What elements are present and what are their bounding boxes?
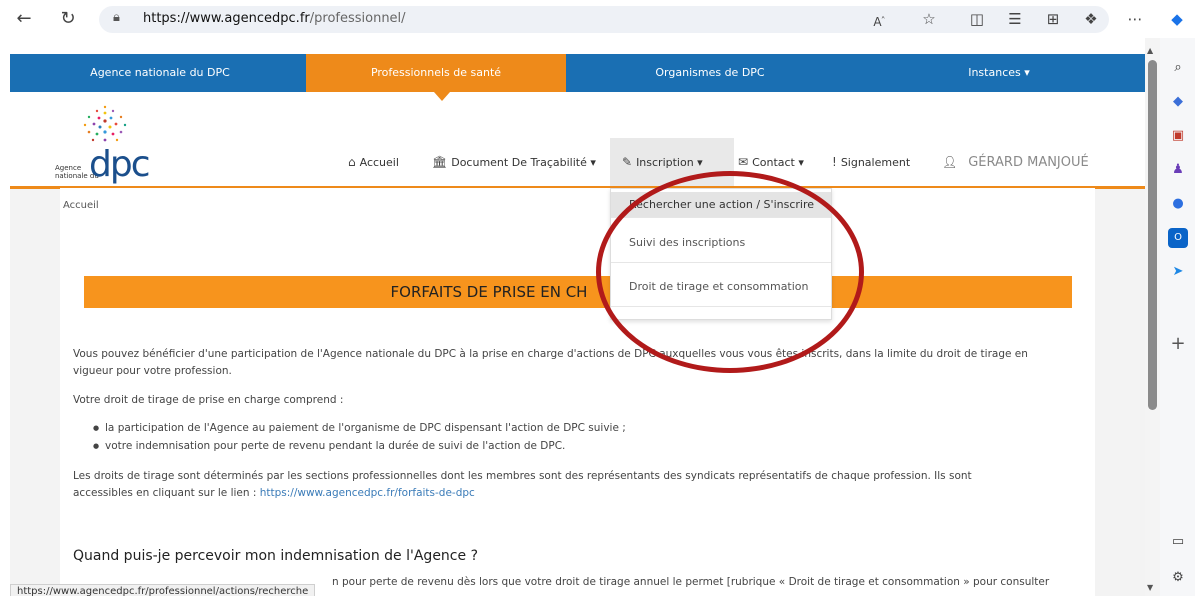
highlight-annotation	[596, 171, 864, 373]
browser-sidebar: ⌕ ◆ ▣ ♟ ● O ➤ + ▭ ⚙	[1160, 38, 1195, 596]
sidebar-panel-icon[interactable]: ▭	[1168, 532, 1188, 552]
forfaits-link[interactable]: https://www.agencedpc.fr/forfaits-de-dpc	[260, 487, 475, 499]
microsoft-365-icon[interactable]: ●	[1168, 194, 1188, 214]
page-title-banner: FORFAITS DE PRISE EN CH	[84, 276, 1072, 308]
nav-user[interactable]: 👤︎ GÉRARD MANJOUÉ	[942, 150, 1089, 174]
outlook-icon[interactable]: O	[1168, 228, 1188, 248]
add-icon[interactable]: +	[1168, 334, 1188, 354]
copilot-icon[interactable]: ◆	[1166, 9, 1188, 29]
url-text: https://www.agencedpc.fr/professionnel/	[143, 11, 406, 26]
sections-paragraph: Les droits de tirage sont déterminés par…	[73, 470, 972, 499]
extensions-icon[interactable]: ❖	[1080, 9, 1102, 29]
main-content: Accueil FORFAITS DE PRISE EN CH Vous pou…	[60, 188, 1095, 596]
topnav-agence[interactable]: Agence nationale du DPC	[10, 54, 310, 92]
top-navigation: Agence nationale du DPC Professionnels d…	[10, 54, 1145, 92]
favorite-star-icon[interactable]: ☆	[918, 9, 940, 29]
status-bar-url: https://www.agencedpc.fr/professionnel/a…	[10, 584, 316, 596]
search-icon[interactable]: ⌕	[1168, 58, 1188, 78]
section-heading: Quand puis-je percevoir mon indemnisatio…	[73, 548, 478, 564]
web-page: Agence nationale du DPC Professionnels d…	[10, 38, 1145, 596]
tools-briefcase-icon[interactable]: ▣	[1168, 126, 1188, 146]
refresh-icon[interactable]: ↻	[56, 7, 80, 31]
shopping-tag-icon[interactable]: ◆	[1168, 92, 1188, 112]
settings-gear-icon[interactable]: ⚙	[1168, 568, 1188, 588]
back-icon[interactable]: ←	[12, 7, 36, 31]
alert-icon: !	[832, 155, 837, 169]
envelope-icon: ✉	[738, 155, 749, 169]
nav-inscription[interactable]: ✎ Inscription ▾	[622, 150, 703, 174]
read-aloud-icon[interactable]: Aᴬ	[868, 9, 890, 29]
nav-document-tracabilite[interactable]: 🏛︎ Document De Traçabilité ▾	[432, 150, 596, 174]
user-icon: 👤︎	[942, 155, 958, 169]
scroll-down-icon[interactable]: ▼	[1147, 583, 1153, 592]
browser-toolbar: ← ↻ 🔒︎ https://www.agencedpc.fr/professi…	[0, 0, 1195, 38]
page-title: FORFAITS DE PRISE EN CH	[390, 283, 588, 301]
edit-icon: ✎	[622, 155, 633, 169]
topnav-professionnels[interactable]: Professionnels de santé	[306, 54, 566, 92]
institution-icon: 🏛︎	[432, 155, 448, 169]
logo-brand: dpc	[89, 144, 150, 185]
topnav-instances[interactable]: Instances ▾	[854, 54, 1144, 92]
collections-icon[interactable]: ⊞	[1042, 9, 1064, 29]
send-icon[interactable]: ➤	[1168, 262, 1188, 282]
split-screen-icon[interactable]: ◫	[966, 9, 988, 29]
home-icon: ⌂	[348, 155, 356, 169]
lock-icon: 🔒︎	[113, 10, 120, 25]
agence-dpc-logo[interactable]: Agence nationale du dpc	[55, 104, 155, 186]
games-icon[interactable]: ♟	[1168, 160, 1188, 180]
scroll-thumb[interactable]	[1148, 60, 1157, 410]
favorites-list-icon[interactable]: ☰	[1004, 9, 1026, 29]
breadcrumb[interactable]: Accueil	[63, 200, 99, 211]
bottom-paragraph: n pour perte de revenu dès lors que votr…	[332, 576, 1050, 588]
intro-paragraph: Vous pouvez bénéficier d'une participati…	[73, 348, 1028, 377]
scroll-up-icon[interactable]: ▲	[1147, 46, 1153, 55]
list-item: votre indemnisation pour perte de revenu…	[93, 440, 565, 452]
page-scrollbar[interactable]: ▲ ▼	[1145, 38, 1160, 596]
topnav-organismes[interactable]: Organismes de DPC	[566, 54, 854, 92]
nav-accueil[interactable]: ⌂ Accueil	[348, 150, 399, 174]
address-bar[interactable]: 🔒︎ https://www.agencedpc.fr/professionne…	[99, 6, 1109, 33]
more-options-icon[interactable]: ⋯	[1124, 9, 1146, 29]
active-tab-caret	[434, 92, 450, 101]
nav-contact[interactable]: ✉ Contact ▾	[738, 150, 804, 174]
list-item: la participation de l'Agence au paiement…	[93, 422, 626, 434]
droit-tirage-intro: Votre droit de tirage de prise en charge…	[73, 394, 344, 406]
nav-signalement[interactable]: ! Signalement	[832, 150, 910, 174]
